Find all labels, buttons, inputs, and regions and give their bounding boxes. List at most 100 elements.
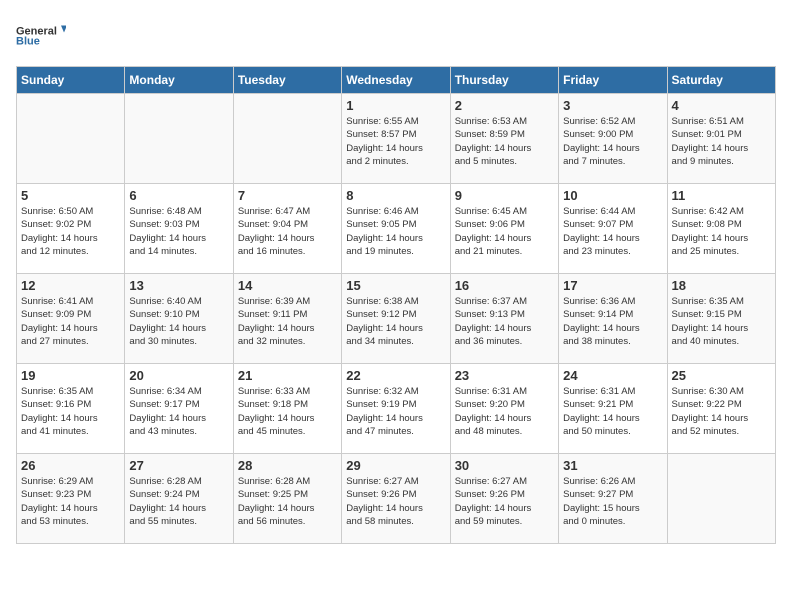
svg-text:Blue: Blue	[16, 36, 40, 48]
day-number: 24	[563, 368, 662, 383]
weekday-header-thursday: Thursday	[450, 67, 558, 94]
day-number: 21	[238, 368, 337, 383]
calendar-cell: 22 Sunrise: 6:32 AMSunset: 9:19 PMDayligh…	[342, 364, 450, 454]
calendar-cell: 19 Sunrise: 6:35 AMSunset: 9:16 PMDayligh…	[17, 364, 125, 454]
calendar-cell: 31 Sunrise: 6:26 AMSunset: 9:27 PMDayligh…	[559, 454, 667, 544]
day-number: 8	[346, 188, 445, 203]
cell-info: Sunrise: 6:27 AMSunset: 9:26 PMDaylight:…	[346, 475, 445, 528]
calendar-table: SundayMondayTuesdayWednesdayThursdayFrid…	[16, 66, 776, 544]
day-number: 12	[21, 278, 120, 293]
calendar-cell: 9 Sunrise: 6:45 AMSunset: 9:06 PMDaylight…	[450, 184, 558, 274]
calendar-cell: 17 Sunrise: 6:36 AMSunset: 9:14 PMDayligh…	[559, 274, 667, 364]
day-number: 25	[672, 368, 771, 383]
cell-info: Sunrise: 6:31 AMSunset: 9:20 PMDaylight:…	[455, 385, 554, 438]
cell-info: Sunrise: 6:38 AMSunset: 9:12 PMDaylight:…	[346, 295, 445, 348]
day-number: 14	[238, 278, 337, 293]
day-number: 18	[672, 278, 771, 293]
calendar-cell: 4 Sunrise: 6:51 AMSunset: 9:01 PMDaylight…	[667, 94, 775, 184]
cell-info: Sunrise: 6:40 AMSunset: 9:10 PMDaylight:…	[129, 295, 228, 348]
cell-info: Sunrise: 6:42 AMSunset: 9:08 PMDaylight:…	[672, 205, 771, 258]
cell-info: Sunrise: 6:28 AMSunset: 9:25 PMDaylight:…	[238, 475, 337, 528]
cell-info: Sunrise: 6:30 AMSunset: 9:22 PMDaylight:…	[672, 385, 771, 438]
cell-info: Sunrise: 6:26 AMSunset: 9:27 PMDaylight:…	[563, 475, 662, 528]
calendar-cell: 11 Sunrise: 6:42 AMSunset: 9:08 PMDayligh…	[667, 184, 775, 274]
day-number: 22	[346, 368, 445, 383]
day-number: 23	[455, 368, 554, 383]
cell-info: Sunrise: 6:32 AMSunset: 9:19 PMDaylight:…	[346, 385, 445, 438]
day-number: 10	[563, 188, 662, 203]
cell-info: Sunrise: 6:41 AMSunset: 9:09 PMDaylight:…	[21, 295, 120, 348]
weekday-header-saturday: Saturday	[667, 67, 775, 94]
logo-svg: General Blue	[16, 16, 66, 58]
cell-info: Sunrise: 6:48 AMSunset: 9:03 PMDaylight:…	[129, 205, 228, 258]
calendar-cell: 23 Sunrise: 6:31 AMSunset: 9:20 PMDayligh…	[450, 364, 558, 454]
day-number: 7	[238, 188, 337, 203]
cell-info: Sunrise: 6:53 AMSunset: 8:59 PMDaylight:…	[455, 115, 554, 168]
calendar-cell: 26Sunrise: 6:29 AMSunset: 9:23 PMDayligh…	[17, 454, 125, 544]
day-number: 20	[129, 368, 228, 383]
day-number: 4	[672, 98, 771, 113]
day-number: 28	[238, 458, 337, 473]
weekday-header-monday: Monday	[125, 67, 233, 94]
page-header: General Blue	[16, 16, 776, 58]
day-number: 11	[672, 188, 771, 203]
calendar-cell: 6 Sunrise: 6:48 AMSunset: 9:03 PMDaylight…	[125, 184, 233, 274]
cell-info: Sunrise: 6:36 AMSunset: 9:14 PMDaylight:…	[563, 295, 662, 348]
calendar-cell: 12 Sunrise: 6:41 AMSunset: 9:09 PMDayligh…	[17, 274, 125, 364]
day-number: 9	[455, 188, 554, 203]
day-number: 16	[455, 278, 554, 293]
calendar-cell: 28 Sunrise: 6:28 AMSunset: 9:25 PMDayligh…	[233, 454, 341, 544]
cell-info: Sunrise: 6:44 AMSunset: 9:07 PMDaylight:…	[563, 205, 662, 258]
cell-info: Sunrise: 6:50 AMSunset: 9:02 PMDaylight:…	[21, 205, 120, 258]
cell-info: Sunrise: 6:34 AMSunset: 9:17 PMDaylight:…	[129, 385, 228, 438]
calendar-cell	[17, 94, 125, 184]
calendar-cell	[125, 94, 233, 184]
cell-info: Sunrise: 6:35 AMSunset: 9:16 PMDaylight:…	[21, 385, 120, 438]
calendar-cell: 5Sunrise: 6:50 AMSunset: 9:02 PMDaylight…	[17, 184, 125, 274]
cell-info: Sunrise: 6:31 AMSunset: 9:21 PMDaylight:…	[563, 385, 662, 438]
day-number: 19	[21, 368, 120, 383]
day-number: 3	[563, 98, 662, 113]
calendar-cell: 2Sunrise: 6:53 AMSunset: 8:59 PMDaylight…	[450, 94, 558, 184]
day-number: 13	[129, 278, 228, 293]
cell-info: Sunrise: 6:27 AMSunset: 9:26 PMDaylight:…	[455, 475, 554, 528]
calendar-cell: 10 Sunrise: 6:44 AMSunset: 9:07 PMDayligh…	[559, 184, 667, 274]
weekday-header-sunday: Sunday	[17, 67, 125, 94]
day-number: 17	[563, 278, 662, 293]
day-number: 31	[563, 458, 662, 473]
day-number: 30	[455, 458, 554, 473]
cell-info: Sunrise: 6:51 AMSunset: 9:01 PMDaylight:…	[672, 115, 771, 168]
weekday-header-wednesday: Wednesday	[342, 67, 450, 94]
cell-info: Sunrise: 6:35 AMSunset: 9:15 PMDaylight:…	[672, 295, 771, 348]
day-number: 29	[346, 458, 445, 473]
day-number: 6	[129, 188, 228, 203]
cell-info: Sunrise: 6:29 AMSunset: 9:23 PMDaylight:…	[21, 475, 120, 528]
weekday-header-friday: Friday	[559, 67, 667, 94]
calendar-cell: 15 Sunrise: 6:38 AMSunset: 9:12 PMDayligh…	[342, 274, 450, 364]
calendar-cell	[667, 454, 775, 544]
calendar-cell: 25 Sunrise: 6:30 AMSunset: 9:22 PMDayligh…	[667, 364, 775, 454]
cell-info: Sunrise: 6:55 AMSunset: 8:57 PMDaylight:…	[346, 115, 445, 168]
calendar-cell: 30 Sunrise: 6:27 AMSunset: 9:26 PMDayligh…	[450, 454, 558, 544]
calendar-cell: 18 Sunrise: 6:35 AMSunset: 9:15 PMDayligh…	[667, 274, 775, 364]
calendar-cell: 29 Sunrise: 6:27 AMSunset: 9:26 PMDayligh…	[342, 454, 450, 544]
calendar-cell: 7 Sunrise: 6:47 AMSunset: 9:04 PMDaylight…	[233, 184, 341, 274]
calendar-cell: 1Sunrise: 6:55 AMSunset: 8:57 PMDaylight…	[342, 94, 450, 184]
cell-info: Sunrise: 6:28 AMSunset: 9:24 PMDaylight:…	[129, 475, 228, 528]
day-number: 15	[346, 278, 445, 293]
cell-info: Sunrise: 6:47 AMSunset: 9:04 PMDaylight:…	[238, 205, 337, 258]
calendar-cell: 13 Sunrise: 6:40 AMSunset: 9:10 PMDayligh…	[125, 274, 233, 364]
cell-info: Sunrise: 6:46 AMSunset: 9:05 PMDaylight:…	[346, 205, 445, 258]
calendar-cell: 16Sunrise: 6:37 AMSunset: 9:13 PMDayligh…	[450, 274, 558, 364]
cell-info: Sunrise: 6:45 AMSunset: 9:06 PMDaylight:…	[455, 205, 554, 258]
cell-info: Sunrise: 6:39 AMSunset: 9:11 PMDaylight:…	[238, 295, 337, 348]
cell-info: Sunrise: 6:33 AMSunset: 9:18 PMDaylight:…	[238, 385, 337, 438]
day-number: 27	[129, 458, 228, 473]
calendar-cell: 27 Sunrise: 6:28 AMSunset: 9:24 PMDayligh…	[125, 454, 233, 544]
calendar-cell: 21 Sunrise: 6:33 AMSunset: 9:18 PMDayligh…	[233, 364, 341, 454]
weekday-header-tuesday: Tuesday	[233, 67, 341, 94]
cell-info: Sunrise: 6:52 AMSunset: 9:00 PMDaylight:…	[563, 115, 662, 168]
calendar-cell: 24 Sunrise: 6:31 AMSunset: 9:21 PMDayligh…	[559, 364, 667, 454]
calendar-cell: 3 Sunrise: 6:52 AMSunset: 9:00 PMDaylight…	[559, 94, 667, 184]
calendar-cell: 20 Sunrise: 6:34 AMSunset: 9:17 PMDayligh…	[125, 364, 233, 454]
